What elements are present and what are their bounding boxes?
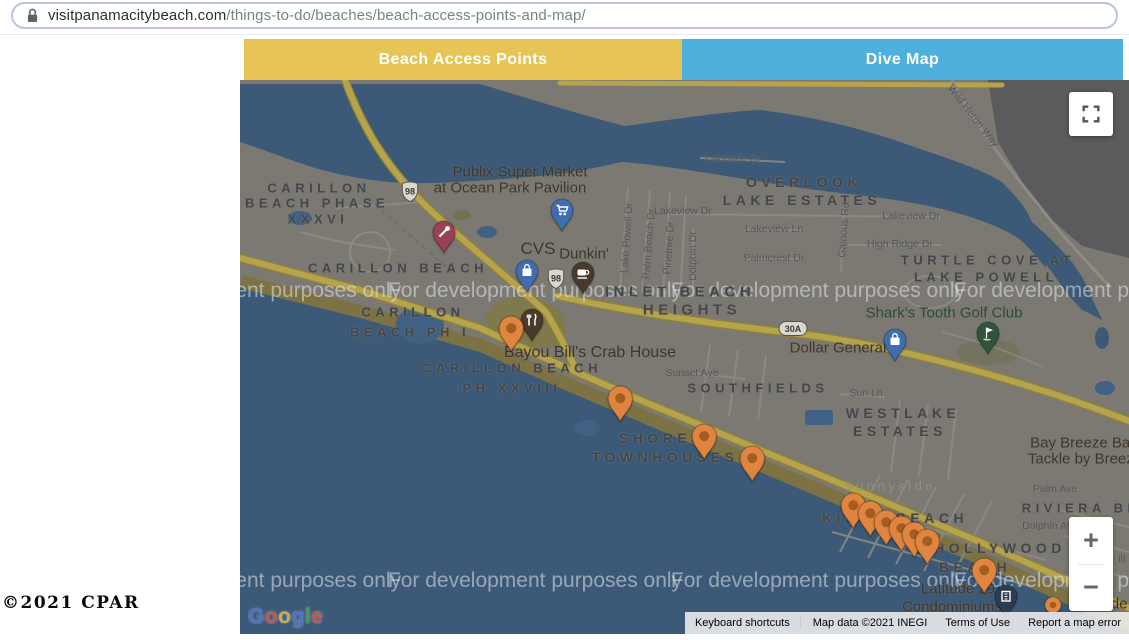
- google-logo-letter: g: [292, 605, 305, 628]
- map-label: ilt: [1118, 553, 1126, 565]
- map-label: OVERLOOK: [746, 174, 862, 190]
- terms-of-use-link[interactable]: Terms of Use: [945, 617, 1010, 629]
- dev-watermark: For development purposes only: [671, 279, 965, 303]
- lock-icon: [25, 8, 39, 24]
- map-label: Bay Breeze Bait &: [1030, 435, 1129, 452]
- store-pin[interactable]: [514, 259, 540, 298]
- map-label: Dollar General: [790, 340, 887, 357]
- address-bar[interactable]: visitpanamacitybeach.com/things-to-do/be…: [11, 2, 1118, 29]
- map-label: Sun Ln: [849, 387, 882, 399]
- poi-pin-red[interactable]: [431, 220, 457, 259]
- dunkin-pin[interactable]: [570, 261, 596, 300]
- svg-text:98: 98: [405, 186, 415, 196]
- url-path: /things-to-do/beaches/beach-access-point…: [226, 7, 585, 24]
- map-label: Publix Super Market: [452, 164, 587, 181]
- dev-watermark: For development purposes only: [240, 279, 401, 303]
- golf-club-pin[interactable]: [975, 321, 1001, 360]
- map-label: Lakeview Dr: [882, 210, 940, 222]
- map-label: High Ridge Dr: [867, 238, 933, 250]
- map-label: Palm Beach Dr: [641, 208, 658, 279]
- map-label: SOUTHFIELDS: [687, 381, 828, 396]
- route-shield: 98: [545, 267, 568, 296]
- url-text: visitpanamacitybeach.com/things-to-do/be…: [48, 7, 586, 24]
- map-label: INLET BEACH: [605, 284, 755, 301]
- map-tab-bar: Beach Access Points Dive Map: [0, 39, 1129, 80]
- map-label: Lakeview Ln: [745, 223, 803, 235]
- map-label: TURTLE COVE AT: [901, 253, 1075, 268]
- map-label: LAKE ESTATES: [723, 192, 882, 208]
- url-domain: visitpanamacitybeach.com: [48, 7, 226, 24]
- map-label: ESTATES: [853, 423, 947, 439]
- map-label: Lakeview Dr: [654, 205, 712, 217]
- map-label: Gainous Rd: [836, 202, 852, 258]
- attribution-bar: Keyboard shortcuts Map data ©2021 INEGI …: [685, 612, 1129, 634]
- map-label: Dunkin': [559, 246, 609, 263]
- browser-window: visitpanamacitybeach.com/things-to-do/be…: [0, 0, 1129, 640]
- map-label: CARILLON: [361, 305, 464, 320]
- tab-beach-access-points[interactable]: Beach Access Points: [244, 39, 682, 80]
- map-canvas[interactable]: For development purposes onlyFor develop…: [240, 80, 1129, 634]
- fullscreen-icon: [1080, 103, 1102, 125]
- beach-access-pin[interactable]: [690, 423, 719, 465]
- map-label: BEACH PHASE: [245, 196, 389, 211]
- map-label: Sunset Ave: [666, 367, 719, 379]
- map-label: WESTLAKE: [846, 405, 961, 421]
- map-label: Palm Ave: [1033, 483, 1077, 495]
- google-logo-letter: o: [278, 605, 291, 628]
- map-label: Palmcrest Dr: [744, 252, 805, 264]
- map-label: Dolphin Dr: [687, 231, 699, 281]
- google-logo-letter: G: [248, 605, 265, 628]
- map-label: LAKE POWELL: [914, 270, 1058, 285]
- svg-text:30A: 30A: [785, 324, 802, 334]
- report-map-error-link[interactable]: Report a map error: [1028, 617, 1121, 629]
- map-label: XXXVI: [288, 212, 349, 227]
- beach-access-pin[interactable]: [738, 445, 767, 487]
- route-shield: 98: [399, 180, 422, 209]
- map-label: RIVIERA BEACH: [1022, 501, 1129, 516]
- fullscreen-button[interactable]: [1069, 92, 1113, 136]
- dev-watermark: For development purposes only: [671, 569, 965, 593]
- dev-watermark: For development purposes only: [388, 569, 682, 593]
- beach-access-pin[interactable]: [913, 528, 942, 570]
- zoom-in-button[interactable]: +: [1069, 517, 1113, 564]
- google-logo-letter: o: [265, 605, 278, 628]
- map-label: at Ocean Park Pavilion: [434, 180, 587, 197]
- map-label: Shark's Tooth Golf Club: [866, 305, 1023, 322]
- copyright-watermark: ©2021 CPAR: [2, 593, 140, 613]
- beach-access-pin[interactable]: [497, 315, 526, 357]
- map-label: PH XXVIII: [462, 381, 561, 396]
- map-label: Wild Heron Way: [945, 83, 1001, 150]
- map-label: HEIGHTS: [643, 302, 741, 319]
- map-label: Tackle by Breeze: [1028, 451, 1129, 468]
- dev-watermark: For development purposes only: [954, 279, 1129, 303]
- map-label: Lakeside Dr: [705, 153, 761, 165]
- tab-dive-map[interactable]: Dive Map: [682, 39, 1123, 80]
- zoom-control: + −: [1069, 517, 1113, 611]
- publix-pin[interactable]: [549, 198, 575, 237]
- browser-chrome: visitpanamacitybeach.com/things-to-do/be…: [0, 0, 1129, 35]
- dev-watermark: For development purposes only: [240, 569, 401, 593]
- beach-access-pin[interactable]: [606, 385, 635, 427]
- map-label: Lake Powell Dr: [619, 202, 636, 273]
- keyboard-shortcuts-link[interactable]: Keyboard shortcuts: [685, 617, 800, 629]
- map-label: BEACH PH I: [350, 325, 470, 340]
- map-overlay: For development purposes onlyFor develop…: [240, 80, 1129, 634]
- map-label: HOLLYWOOD: [934, 540, 1066, 556]
- zoom-out-button[interactable]: −: [1069, 565, 1113, 612]
- map-label: CARILLON BEACH: [308, 261, 488, 276]
- map-label: Pinetree Dr: [661, 221, 677, 275]
- google-logo-letter: e: [311, 605, 323, 628]
- map-label: CARILLON BEACH: [422, 361, 602, 376]
- map-data-text: Map data ©2021 INEGI: [813, 617, 928, 629]
- svg-text:98: 98: [551, 273, 561, 283]
- route-shield: 30A: [778, 321, 808, 342]
- dollar-general-pin[interactable]: [882, 328, 908, 367]
- beach-access-pin[interactable]: [970, 557, 999, 599]
- map-label: CVS: [521, 239, 556, 259]
- map-label: CARILLON: [267, 181, 370, 196]
- google-logo[interactable]: Google: [248, 605, 323, 629]
